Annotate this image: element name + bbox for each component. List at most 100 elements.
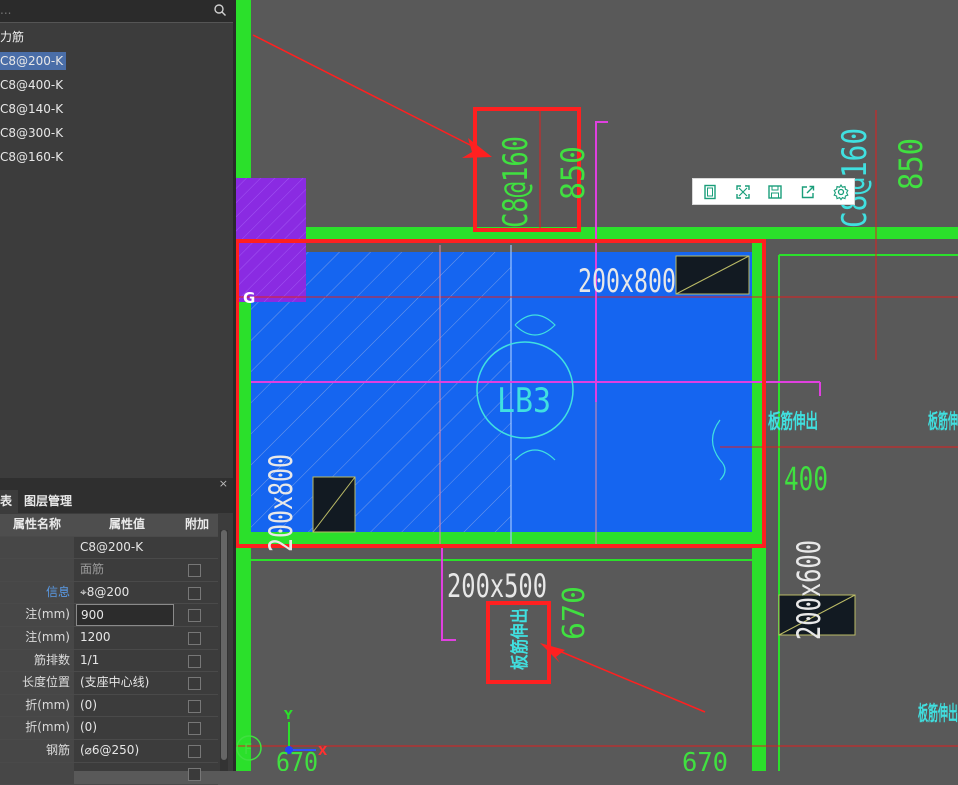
cad-text-dimension[interactable]: 670 xyxy=(682,748,728,771)
extra-checkbox[interactable] xyxy=(188,609,201,623)
prop-name: 注(mm) xyxy=(0,626,74,649)
close-icon[interactable]: × xyxy=(219,478,228,490)
cad-text-beam-size[interactable]: 200x600 xyxy=(790,540,828,640)
table-row[interactable]: C8@200-K xyxy=(0,536,218,560)
cad-text-slab-name[interactable]: LB3 xyxy=(497,381,551,421)
tree-item-label: C8@200-K xyxy=(0,52,67,70)
prop-value[interactable]: (0) xyxy=(76,717,174,739)
prop-value[interactable]: (⌀6@250) xyxy=(76,740,174,762)
header-extra: 附加 xyxy=(176,514,218,536)
prop-name xyxy=(0,559,74,581)
axis-label-f: F xyxy=(244,742,252,758)
axis-label-g: G xyxy=(243,289,255,307)
prop-value-editing[interactable]: 900 xyxy=(76,604,174,626)
prop-name xyxy=(0,762,74,785)
prop-value[interactable]: ⌖8@200 xyxy=(76,582,174,604)
prop-extra xyxy=(176,559,218,581)
extra-checkbox[interactable] xyxy=(188,744,201,758)
search-bar xyxy=(0,0,233,23)
prop-value[interactable]: 面筋 xyxy=(76,559,174,581)
prop-name: 长度位置 xyxy=(0,672,74,694)
cad-text-rebar-extend[interactable]: 板筋伸出 xyxy=(768,409,818,433)
prop-name xyxy=(0,536,74,559)
extra-checkbox[interactable] xyxy=(188,677,201,691)
table-row[interactable]: 信息 ⌖8@200 xyxy=(0,581,218,605)
table-row[interactable] xyxy=(0,762,218,785)
extra-checkbox[interactable] xyxy=(188,699,201,713)
prop-extra xyxy=(176,672,218,694)
cad-text-dimension[interactable]: 400 xyxy=(784,460,828,498)
prop-extra xyxy=(176,717,218,739)
extra-checkbox[interactable] xyxy=(188,767,201,781)
prop-extra xyxy=(176,740,218,762)
tab-label: 表 xyxy=(0,494,13,508)
export-icon[interactable] xyxy=(799,183,817,201)
cad-text-beam-size[interactable]: 200x500 xyxy=(447,567,547,605)
table-row[interactable]: 注(mm) 900 xyxy=(0,604,218,627)
scrollbar-thumb[interactable] xyxy=(221,530,227,760)
table-row[interactable]: 注(mm) 1200 xyxy=(0,626,218,650)
beam-middle xyxy=(236,531,766,545)
cad-text-dimension[interactable]: 670 xyxy=(557,586,592,640)
tree-item[interactable]: C8@160-K xyxy=(0,145,233,169)
search-input[interactable] xyxy=(0,1,200,19)
extra-checkbox[interactable] xyxy=(188,722,201,736)
cad-text-dimension[interactable]: 670 xyxy=(276,748,318,771)
floating-toolbar xyxy=(692,178,855,205)
table-row[interactable]: 面筋 xyxy=(0,559,218,582)
prop-value[interactable]: (支座中心线) xyxy=(76,672,174,694)
tree-item[interactable]: C8@400-K xyxy=(0,73,233,97)
cad-text-beam-size[interactable]: 200x800 xyxy=(578,262,676,300)
prop-name: 折(mm) xyxy=(0,717,74,739)
extra-checkbox[interactable] xyxy=(188,654,201,668)
cad-text-beam-size[interactable]: 200x800 xyxy=(262,454,300,552)
tree-group[interactable]: 力筋 xyxy=(0,25,233,49)
extra-checkbox[interactable] xyxy=(188,631,201,645)
prop-extra xyxy=(176,582,218,604)
table-row[interactable]: 筋排数 1/1 xyxy=(0,649,218,673)
table-row[interactable]: 钢筋 (⌀6@250) xyxy=(0,739,218,763)
tree-item[interactable]: C8@300-K xyxy=(0,121,233,145)
prop-extra xyxy=(176,627,218,649)
cad-canvas[interactable]: C8@160 850 C8@160 850 200x800 LB3 200x80… xyxy=(236,0,958,771)
rebar-tree: 力筋 C8@200-K C8@400-K C8@140-K C8@300-K C… xyxy=(0,25,233,169)
cad-text-dimension[interactable]: 850 xyxy=(892,138,930,190)
fullscreen-icon[interactable] xyxy=(734,183,752,201)
table-row[interactable]: 折(mm) (0) xyxy=(0,717,218,740)
tree-item[interactable]: C8@140-K xyxy=(0,97,233,121)
prop-extra xyxy=(176,604,218,626)
cad-text-rebar-extend[interactable]: 板筋伸出 xyxy=(509,608,530,670)
cad-text-rebar-extend[interactable]: 板筋伸出 xyxy=(918,701,958,725)
prop-value[interactable]: 1/1 xyxy=(76,650,174,672)
cad-text-rebar-extend[interactable]: 板筋伸 xyxy=(928,409,958,433)
fit-view-icon[interactable] xyxy=(701,183,719,201)
extra-checkbox[interactable] xyxy=(188,586,201,600)
cad-text-rebar-spec[interactable]: C8@160 xyxy=(496,136,536,228)
prop-value[interactable]: (0) xyxy=(76,695,174,717)
tab-layer-manager[interactable]: 图层管理 xyxy=(24,490,84,513)
tree-item-label: C8@160-K xyxy=(0,150,64,164)
cad-text-dimension[interactable]: 850 xyxy=(554,146,592,200)
property-table: 属性名称 属性值 附加 C8@200-K 面筋 信息 ⌖8@200 注(mm) … xyxy=(0,514,218,785)
tree-item-label: C8@400-K xyxy=(0,78,64,92)
save-icon[interactable] xyxy=(766,183,784,201)
header-value: 属性值 xyxy=(76,514,174,536)
prop-value[interactable]: C8@200-K xyxy=(76,537,174,559)
prop-value[interactable]: 1200 xyxy=(76,627,174,649)
property-scrollbar[interactable] xyxy=(220,530,228,771)
tree-item[interactable]: C8@200-K xyxy=(0,49,233,73)
coord-label-x: X xyxy=(318,744,328,758)
tree-item-label: C8@140-K xyxy=(0,102,64,116)
table-row[interactable]: 折(mm) (0) xyxy=(0,694,218,718)
prop-name: 信息 xyxy=(0,581,74,604)
left-panel: 力筋 C8@200-K C8@400-K C8@140-K C8@300-K C… xyxy=(0,0,233,785)
tab-property-list[interactable]: 表 xyxy=(0,490,18,513)
search-icon[interactable] xyxy=(213,3,227,17)
panel-header-bar: × xyxy=(0,478,233,490)
prop-value[interactable] xyxy=(76,763,174,785)
tab-label: 图层管理 xyxy=(24,494,73,508)
tree-group-label: 力筋 xyxy=(0,30,25,44)
extra-checkbox[interactable] xyxy=(188,564,201,578)
table-row[interactable]: 长度位置 (支座中心线) xyxy=(0,672,218,695)
settings-icon[interactable] xyxy=(832,183,850,201)
